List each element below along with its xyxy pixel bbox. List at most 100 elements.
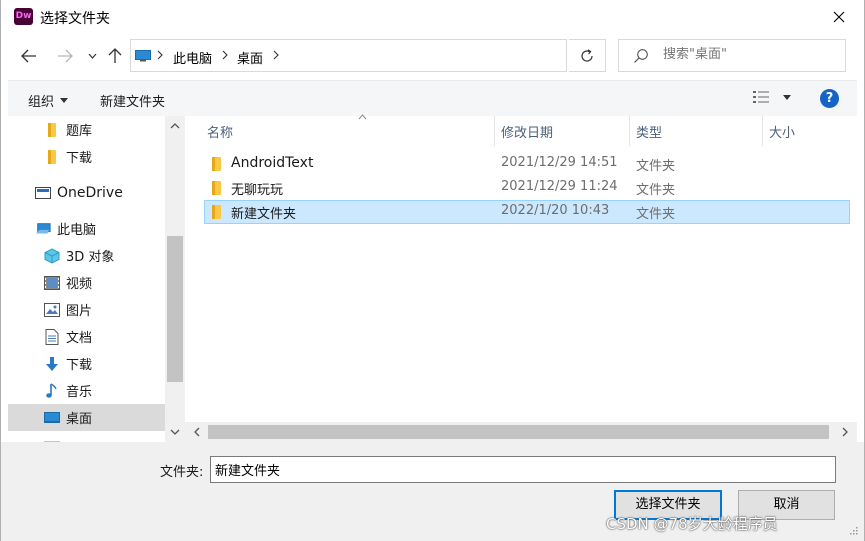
breadcrumb-desktop[interactable]: 桌面 bbox=[237, 48, 263, 67]
column-header-label: 名称 bbox=[207, 125, 234, 141]
arrow-right-icon bbox=[58, 49, 73, 63]
nav-item-label: 下载 bbox=[66, 151, 93, 166]
nav-item-label: 音乐 bbox=[66, 385, 93, 400]
navigation-row: 此电脑 桌面 bbox=[0, 36, 865, 78]
column-header-label: 类型 bbox=[636, 125, 663, 141]
scroll-thumb[interactable] bbox=[208, 425, 829, 439]
nav-item-3d-objects[interactable]: 3D 对象 bbox=[8, 242, 165, 269]
file-name: 新建文件夹 bbox=[231, 207, 297, 222]
refresh-icon bbox=[581, 48, 593, 62]
folder-icon bbox=[212, 181, 221, 195]
folder-field-label: 文件夹: bbox=[160, 465, 204, 480]
nav-item-label: OneDrive bbox=[57, 184, 123, 201]
navigation-pane: 题库 下载 OneDrive 此电脑 3D 对象 视频 图片 文档 下载 音乐 … bbox=[8, 116, 185, 442]
nav-item-downloads[interactable]: 下载 bbox=[8, 350, 165, 377]
column-header-date[interactable]: 修改日期 bbox=[495, 116, 629, 146]
scroll-right-arrow[interactable] bbox=[839, 426, 851, 438]
scroll-left-arrow[interactable] bbox=[191, 426, 203, 438]
folder-name-input[interactable] bbox=[210, 456, 836, 483]
resize-grip-icon[interactable] bbox=[848, 525, 858, 535]
forward-button[interactable] bbox=[50, 43, 80, 69]
nav-item-videos[interactable]: 视频 bbox=[8, 269, 165, 296]
computer-icon bbox=[35, 221, 51, 237]
search-box[interactable] bbox=[618, 39, 846, 72]
file-date: 2021/12/29 11:24 bbox=[501, 179, 618, 194]
file-type: 文件夹 bbox=[636, 183, 676, 198]
nav-item-downloads-folder[interactable]: 下载 bbox=[8, 143, 165, 170]
file-name: 无聊玩玩 bbox=[231, 183, 284, 198]
video-icon bbox=[44, 275, 60, 291]
new-folder-button[interactable]: 新建文件夹 bbox=[100, 91, 165, 110]
arrow-up-icon bbox=[108, 48, 122, 63]
nav-item-label: 3D 对象 bbox=[66, 250, 115, 265]
chevron-down-icon bbox=[170, 429, 180, 435]
file-row-wuliao[interactable]: 无聊玩玩 2021/12/29 11:24 文件夹 bbox=[204, 176, 850, 200]
column-header-label: 修改日期 bbox=[501, 125, 554, 141]
nav-item-label: 视频 bbox=[66, 277, 93, 292]
column-header-name[interactable]: 名称 bbox=[201, 114, 494, 146]
scroll-thumb[interactable] bbox=[167, 236, 183, 382]
nav-item-label: 桌面 bbox=[66, 412, 93, 427]
picture-icon bbox=[44, 302, 60, 318]
nav-item-label: 题库 bbox=[66, 124, 93, 139]
nav-item-onedrive[interactable]: OneDrive bbox=[8, 179, 165, 206]
file-name: AndroidText bbox=[231, 155, 314, 171]
scroll-down-arrow[interactable] bbox=[169, 426, 181, 438]
back-button[interactable] bbox=[14, 43, 44, 69]
nav-item-partial[interactable] bbox=[8, 431, 165, 442]
dialog-footer: 文件夹: 选择文件夹 取消 CSDN @78岁大龄程序员 bbox=[0, 442, 865, 541]
file-list-horizontal-scrollbar[interactable] bbox=[185, 422, 857, 442]
close-button[interactable] bbox=[816, 0, 862, 34]
nav-item-pictures[interactable]: 图片 bbox=[8, 296, 165, 323]
up-button[interactable] bbox=[104, 43, 126, 69]
search-input[interactable] bbox=[663, 47, 838, 62]
file-row-androidtext[interactable]: AndroidText 2021/12/29 14:51 文件夹 bbox=[204, 152, 850, 176]
breadcrumb-separator-icon bbox=[220, 47, 230, 63]
nav-item-label: 图片 bbox=[66, 304, 93, 319]
file-date: 2021/12/29 14:51 bbox=[501, 155, 618, 170]
watermark: CSDN @78岁大龄程序员 bbox=[606, 515, 778, 533]
app-logo: Dw bbox=[14, 8, 33, 25]
title-bar: Dw 选择文件夹 bbox=[0, 0, 865, 34]
scroll-up-arrow[interactable] bbox=[169, 120, 181, 132]
address-bar[interactable]: 此电脑 桌面 bbox=[130, 39, 683, 72]
caret-down-icon bbox=[783, 94, 791, 100]
chevron-right-icon bbox=[842, 427, 848, 437]
file-type: 文件夹 bbox=[636, 159, 676, 174]
breadcrumb-this-pc[interactable]: 此电脑 bbox=[173, 48, 212, 67]
folder-icon bbox=[212, 157, 221, 171]
chevron-left-icon bbox=[194, 427, 200, 437]
nav-item-music[interactable]: 音乐 bbox=[8, 377, 165, 404]
window-title: 选择文件夹 bbox=[40, 11, 110, 27]
breadcrumb-separator-icon bbox=[155, 47, 165, 63]
nav-item-label: 下载 bbox=[66, 358, 93, 373]
help-icon[interactable]: ? bbox=[820, 89, 839, 108]
chevron-down-icon bbox=[88, 53, 96, 59]
recent-locations-button[interactable] bbox=[84, 43, 100, 69]
column-header-type[interactable]: 类型 bbox=[630, 116, 762, 146]
nav-item-this-pc[interactable]: 此电脑 bbox=[8, 215, 165, 242]
nav-pane-scrollbar[interactable] bbox=[165, 116, 185, 442]
arrow-left-icon bbox=[21, 49, 36, 63]
file-row-new-folder[interactable]: 新建文件夹 2022/1/20 10:43 文件夹 bbox=[204, 200, 850, 224]
desktop-icon bbox=[44, 410, 60, 426]
search-icon bbox=[634, 49, 648, 63]
change-view-button[interactable] bbox=[753, 90, 791, 104]
nav-item-tiku[interactable]: 题库 bbox=[8, 116, 165, 143]
command-bar: 组织 新建文件夹 ? bbox=[8, 80, 857, 116]
music-icon bbox=[44, 382, 60, 399]
folder-icon bbox=[44, 149, 60, 165]
nav-item-desktop[interactable]: 桌面 bbox=[8, 404, 165, 431]
close-icon bbox=[833, 11, 845, 23]
nav-item-label: 此电脑 bbox=[57, 223, 97, 238]
nav-item-documents[interactable]: 文档 bbox=[8, 323, 165, 350]
new-folder-label: 新建文件夹 bbox=[100, 95, 166, 110]
breadcrumb-separator-icon[interactable] bbox=[271, 47, 281, 63]
file-date: 2022/1/20 10:43 bbox=[501, 203, 610, 218]
file-list: 名称 修改日期 类型 大小 AndroidText 2021/12/29 14:… bbox=[185, 114, 857, 442]
refresh-button[interactable] bbox=[569, 39, 606, 72]
details-view-icon bbox=[753, 91, 769, 103]
folder-icon bbox=[44, 122, 60, 138]
column-header-size[interactable]: 大小 bbox=[763, 116, 853, 146]
organize-menu[interactable]: 组织 bbox=[28, 91, 69, 110]
